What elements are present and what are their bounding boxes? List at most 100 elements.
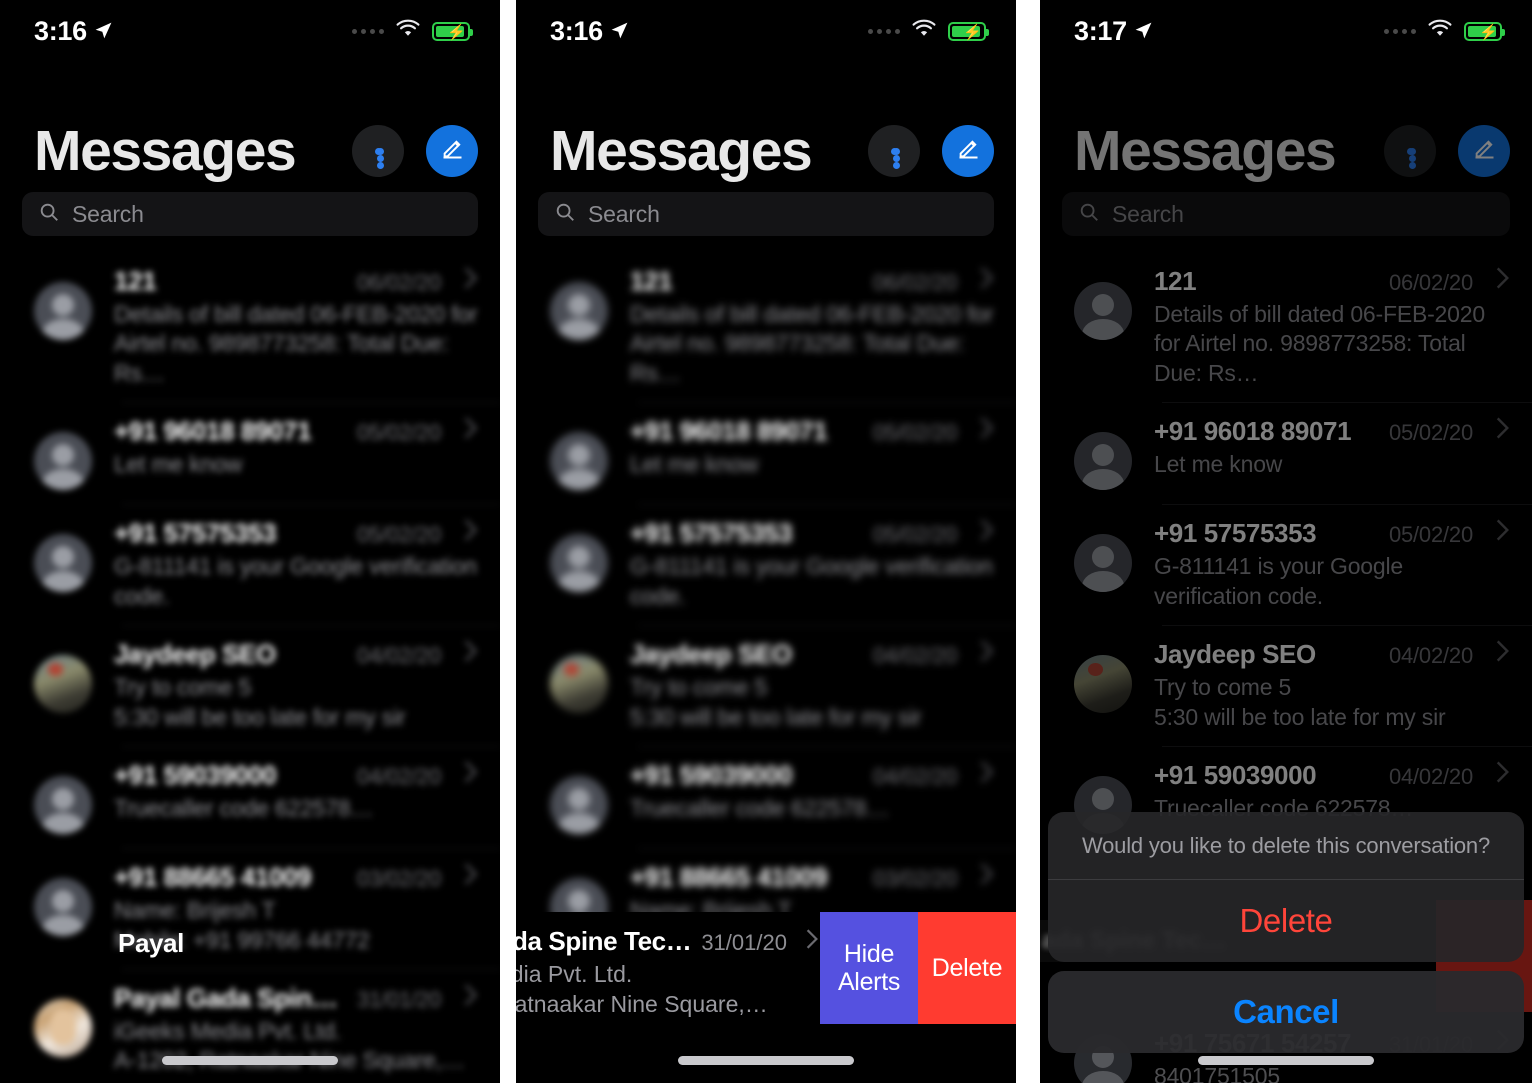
chevron-right-icon [463,518,478,547]
ellipsis-icon [374,147,384,169]
wifi-icon [1427,19,1453,43]
list-item[interactable]: +91 88665 41009 03/02/20 Name: Brijesh T… [0,848,500,969]
header-actions [352,125,478,177]
screenshot-stage: 3:16 ⚡ Messages Search 121 06/02/20 Deta… [0,0,1532,1083]
chevron-right-icon [979,639,994,668]
swiped-conversation-date: 31/01/20 [701,930,787,955]
list-item[interactable]: +91 96018 89071 05/02/20 Let me know [516,402,1016,504]
list-item[interactable]: 121 06/02/20 Details of bill dated 06-FE… [0,252,500,402]
conversation-name: +91 59039000 [630,760,793,791]
page-title: Messages [550,118,813,183]
more-options-button[interactable] [868,125,920,177]
chevron-right-icon [1495,518,1510,547]
list-item[interactable]: Payal Gada Spine Tec… 31/01/20 iGeeks Me… [0,968,500,1083]
action-sheet-group: Would you like to delete this conversati… [1048,812,1524,962]
conversation-date: 06/02/20 [356,270,441,295]
conversation-name-highlight: Payal [118,928,184,958]
list-item[interactable]: Jaydeep SEO 04/02/20 Try to come 5 5:30 w… [0,625,500,746]
conversation-date: 03/02/20 [872,866,957,892]
chevron-right-icon [979,416,994,445]
list-item[interactable]: 121 06/02/20 Details of bill dated 06-FE… [516,252,1016,402]
conversation-preview: Try to come 5 5:30 will be too late for m… [114,674,406,730]
action-sheet-delete-button[interactable]: Delete [1048,880,1524,962]
delete-button[interactable]: Delete [918,912,1016,1024]
list-item[interactable]: +91 57575353 05/02/20 G-811141 is your G… [516,504,1016,625]
home-indicator [1198,1056,1374,1065]
conversation-preview: G-811141 is your Google verification cod… [114,553,477,609]
avatar [550,432,608,491]
chevron-right-icon [463,862,478,891]
status-bar-time: 3:17 [1074,15,1127,46]
conversation-date: 04/02/20 [1388,643,1473,669]
conversation-date: 06/02/20 [872,270,957,295]
compose-button[interactable] [426,125,478,177]
avatar [34,655,92,714]
swiped-conversation-preview-line1: edia Pvt. Ltd. [516,961,633,987]
conversation-name: +91 96018 89071 [1154,416,1352,447]
conversation-preview: G-811141 is your Google verification cod… [1154,553,1403,609]
hide-alerts-label-line2: Alerts [837,968,901,996]
status-bar-time: 3:16 [34,15,87,46]
compose-button[interactable] [942,125,994,177]
conversation-preview: iGeeks Media Pvt. Ltd.A-1202, Ratnaakar … [114,1017,465,1074]
action-sheet-cancel-button[interactable]: Cancel [1048,971,1524,1053]
conversation-name: +91 88665 41009 [114,862,312,893]
conversation-name: +91 57575353 [114,518,277,549]
header-actions [1384,125,1510,177]
avatar [34,432,92,491]
conversation-preview: Try to come 5 5:30 will be too late for m… [1154,674,1446,730]
conversation-date: 05/02/20 [1388,522,1473,548]
search-placeholder: Search [1112,200,1184,227]
conversation-date: 05/02/20 [872,522,957,548]
conversation-name: Jaydeep SEO [630,639,792,670]
search-bar[interactable]: Search [538,192,994,236]
page-header: Messages [516,108,1016,194]
list-item[interactable]: +91 59039000 04/02/20 Truecaller code 62… [516,746,1016,848]
search-icon [38,201,60,228]
list-item: +91 57575353 05/02/20 G-811141 is your G… [1040,504,1532,625]
conversation-date: 06/02/20 [1388,270,1473,295]
status-bar-time: 3:16 [550,15,603,46]
page-header: Messages [1040,108,1532,194]
search-placeholder: Search [72,200,144,227]
battery-charging-icon: ⚡ [432,21,473,41]
conversation-preview: Details of bill dated 06-FEB-2020 for Ai… [114,301,478,386]
chevron-right-icon [463,266,478,295]
list-item[interactable]: +91 57575353 05/02/20 G-811141 is your G… [0,504,500,625]
wifi-icon [395,19,421,43]
conversation-name: Jaydeep SEO [114,639,276,670]
wifi-icon [911,19,937,43]
page-title: Messages [34,118,297,183]
avatar [34,776,92,835]
list-item: +91 96018 89071 05/02/20 Let me know [1040,402,1532,504]
signal-dots-icon [1384,28,1416,34]
conversation-name: +91 88665 41009 [630,862,828,893]
home-indicator [678,1056,854,1065]
status-bar-indicators: ⚡ [352,19,473,43]
list-item[interactable]: Jaydeep SEO 04/02/20 Try to come 5 5:30 w… [516,625,1016,746]
location-arrow-icon [610,16,629,47]
chevron-right-icon [463,760,478,789]
status-bar-time-group: 3:16 [550,16,629,47]
avatar [34,998,92,1057]
conversation-name: +91 59039000 [1154,760,1317,791]
more-options-button[interactable] [352,125,404,177]
chevron-right-icon [979,760,994,789]
conversation-list[interactable]: 121 06/02/20 Details of bill dated 06-FE… [0,252,500,1083]
status-bar: 3:16 ⚡ [516,0,1016,62]
swiped-conversation-row[interactable]: ada Spine Tec… 31/01/20 edia Pvt. Ltd. R… [516,912,1016,1024]
conversation-preview: Let me know [1154,451,1283,478]
conversation-preview: Let me know [630,451,759,478]
search-bar[interactable]: Search [22,192,478,236]
list-item[interactable]: +91 59039000 04/02/20 Truecaller code 62… [0,746,500,848]
chevron-right-icon [463,983,478,1012]
action-sheet-message: Would you like to delete this conversati… [1081,833,1490,858]
hide-alerts-button[interactable]: Hide Alerts [820,912,918,1024]
avatar [550,534,608,593]
avatar [1074,655,1132,714]
conversation-preview: G-811141 is your Google verification cod… [630,553,993,609]
search-icon [1078,201,1100,228]
conversation-date: 04/02/20 [872,764,957,790]
list-item[interactable]: +91 96018 89071 05/02/20 Let me know [0,402,500,504]
chevron-right-icon [979,266,994,295]
